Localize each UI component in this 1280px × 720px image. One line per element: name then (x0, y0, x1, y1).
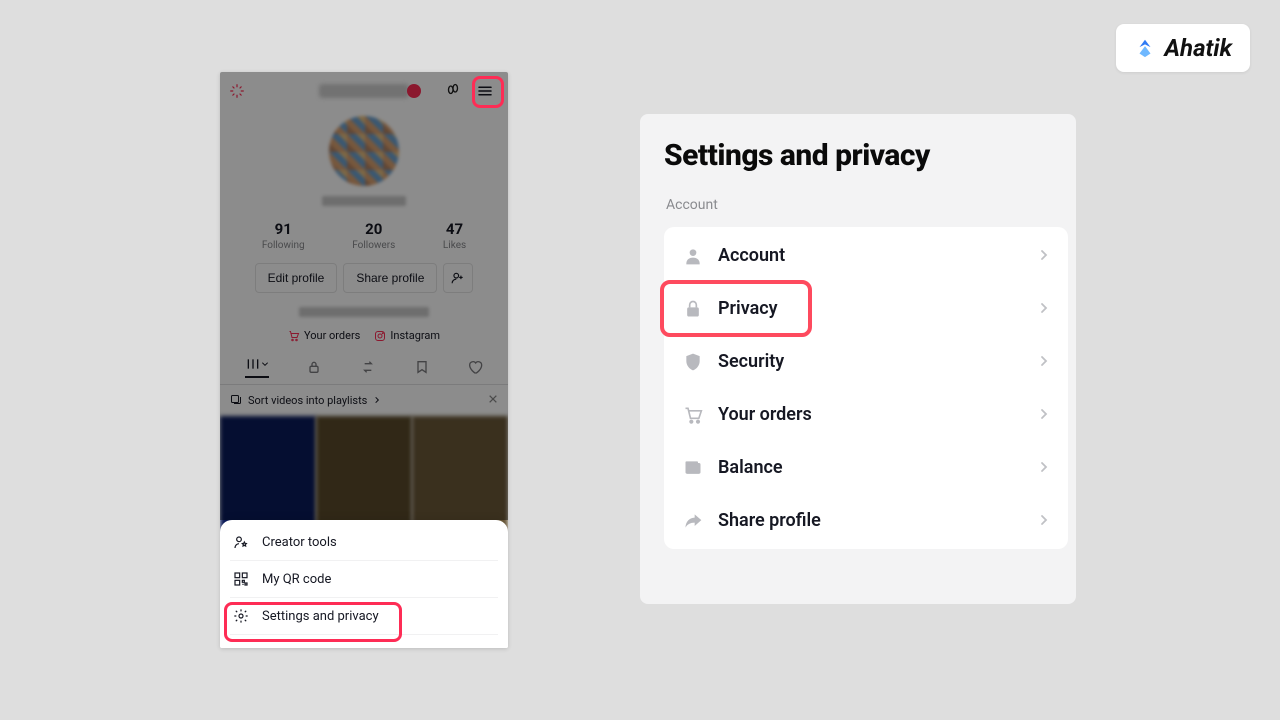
edit-profile-button[interactable]: Edit profile (255, 263, 338, 293)
notification-dot-icon (407, 84, 421, 98)
playlist-icon (230, 393, 242, 408)
avatar[interactable] (329, 116, 399, 186)
settings-item-orders[interactable]: Your orders (664, 388, 1068, 441)
chevron-right-icon (1038, 458, 1050, 477)
tab-liked[interactable] (467, 359, 483, 375)
stat-likes[interactable]: 47 Likes (443, 220, 466, 251)
bio-blurred (299, 307, 429, 317)
stat-following[interactable]: 91 Following (262, 220, 305, 251)
sheet-item-settings-privacy[interactable]: Settings and privacy (230, 598, 498, 635)
cart-icon (288, 330, 300, 342)
settings-item-label: Your orders (718, 404, 1024, 425)
profile-tabs (220, 356, 508, 385)
settings-item-label: Balance (718, 457, 1024, 478)
chevron-right-icon (1038, 352, 1050, 371)
settings-item-label: Share profile (718, 510, 1024, 531)
stat-followers[interactable]: 20 Followers (352, 220, 395, 251)
settings-item-account[interactable]: Account (664, 229, 1068, 282)
video-thumb[interactable] (220, 416, 316, 536)
link-your-orders[interactable]: Your orders (288, 329, 360, 342)
chevron-right-icon (1038, 405, 1050, 424)
tab-private[interactable] (306, 359, 322, 375)
stats-row: 91 Following 20 Followers 47 Likes (220, 220, 508, 251)
sheet-item-label: My QR code (262, 572, 331, 587)
page-title: Settings and privacy (664, 138, 1068, 173)
stat-count: 91 (262, 220, 305, 238)
brand-badge: Ahatik (1116, 24, 1250, 72)
sheet-item-label: Creator tools (262, 535, 337, 550)
profile-actions: Edit profile Share profile (220, 263, 508, 293)
settings-item-security[interactable]: Security (664, 335, 1068, 388)
shield-icon (682, 352, 704, 372)
qr-code-icon (232, 571, 250, 587)
chevron-right-icon (1038, 511, 1050, 530)
highlight-menu-button (472, 76, 504, 108)
brand-name: Ahatik (1164, 34, 1232, 62)
gear-icon (232, 608, 250, 624)
person-star-icon (232, 534, 250, 550)
section-label: Account (666, 197, 1068, 213)
sort-label: Sort videos into playlists (248, 394, 367, 407)
tab-repost[interactable] (360, 359, 376, 375)
profile-header (220, 110, 508, 206)
add-friend-button[interactable] (443, 263, 473, 293)
link-label: Instagram (390, 329, 440, 342)
chevron-right-icon (1038, 246, 1050, 265)
lock-icon (682, 299, 704, 319)
chevron-right-icon (1038, 299, 1050, 318)
stat-count: 20 (352, 220, 395, 238)
tab-saved[interactable] (414, 359, 430, 375)
profile-links: Your orders Instagram (220, 329, 508, 342)
close-icon[interactable] (488, 394, 498, 407)
video-thumb[interactable] (412, 416, 508, 536)
footprint-icon[interactable] (444, 80, 462, 102)
chevron-right-icon (373, 394, 381, 407)
share-profile-button[interactable]: Share profile (343, 263, 437, 293)
stat-count: 47 (443, 220, 466, 238)
phone-profile-screenshot: 91 Following 20 Followers 47 Likes Edit … (220, 72, 508, 648)
settings-item-label: Account (718, 245, 1024, 266)
sheet-item-qr-code[interactable]: My QR code (230, 561, 498, 598)
sheet-item-creator-tools[interactable]: Creator tools (230, 524, 498, 561)
instagram-icon (374, 330, 386, 342)
tab-feed[interactable] (245, 356, 269, 378)
wallet-icon (682, 458, 704, 478)
stat-label: Likes (443, 240, 466, 251)
video-grid (220, 416, 508, 536)
share-arrow-icon (682, 511, 704, 531)
link-label: Your orders (304, 329, 360, 342)
brand-logo-icon (1134, 37, 1156, 59)
handle-blurred (322, 196, 406, 206)
settings-item-balance[interactable]: Balance (664, 441, 1068, 494)
settings-item-privacy[interactable]: Privacy (664, 282, 1068, 335)
sparkle-icon[interactable] (228, 82, 246, 100)
video-thumb[interactable] (316, 416, 412, 536)
sheet-item-label: Settings and privacy (262, 609, 379, 624)
settings-item-label: Security (718, 351, 1024, 372)
profile-topbar (220, 72, 508, 110)
sort-playlist-bar[interactable]: Sort videos into playlists (220, 385, 508, 416)
settings-item-label: Privacy (718, 298, 1024, 319)
person-icon (682, 246, 704, 266)
menu-sheet: Creator tools My QR code Settings and pr… (220, 520, 508, 648)
username-blurred (319, 84, 409, 98)
settings-list: Account Privacy Security (664, 227, 1068, 549)
link-instagram[interactable]: Instagram (374, 329, 440, 342)
stat-label: Followers (352, 240, 395, 251)
cart-icon (682, 405, 704, 425)
settings-item-share-profile[interactable]: Share profile (664, 494, 1068, 547)
stat-label: Following (262, 240, 305, 251)
settings-panel: Settings and privacy Account Account Pri… (640, 114, 1076, 604)
